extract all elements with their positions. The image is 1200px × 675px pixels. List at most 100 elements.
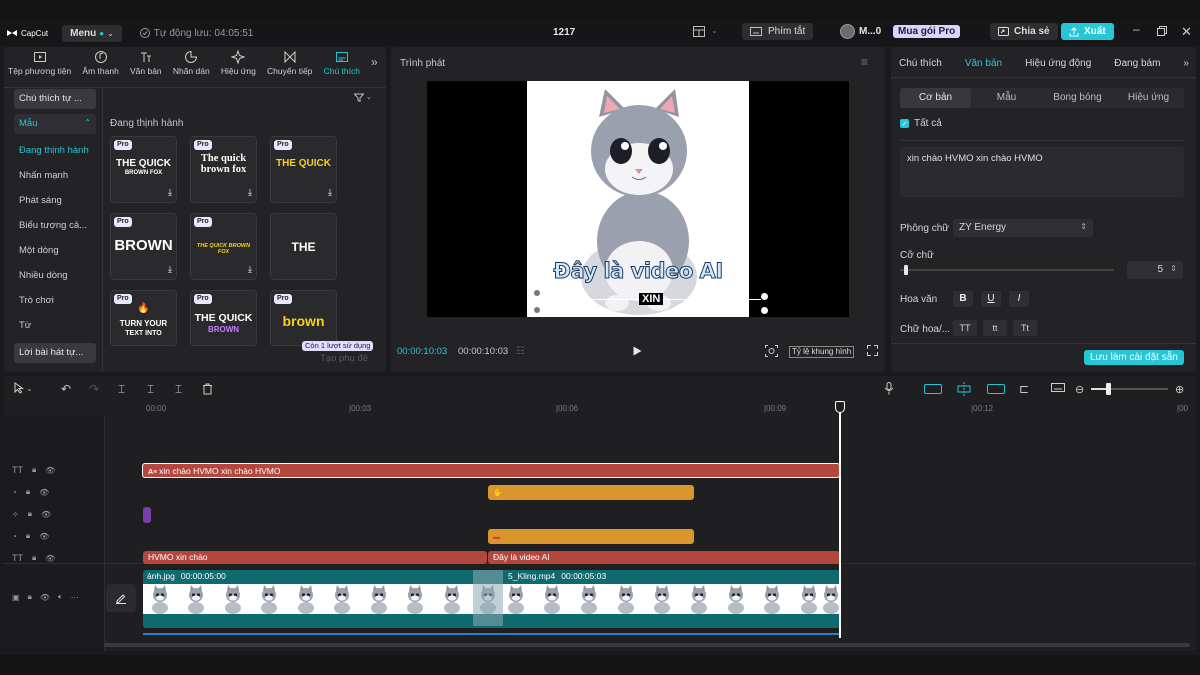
- download-icon[interactable]: ⤓: [168, 264, 172, 275]
- download-icon[interactable]: ⤓: [168, 187, 172, 198]
- template-tile[interactable]: Pro THE QUICK BROWN FOX ⤓: [110, 136, 177, 203]
- main-track-magnet-icon[interactable]: [924, 384, 942, 394]
- split-left-icon[interactable]: ⌶: [147, 382, 154, 397]
- export-button[interactable]: Xuất: [1061, 23, 1114, 40]
- undo-icon[interactable]: ↶: [61, 382, 71, 396]
- template-tile[interactable]: Pro THE QUICK ⤓: [270, 136, 337, 203]
- sidebar-item-word[interactable]: Từ: [13, 314, 99, 339]
- tab-text[interactable]: Văn bản: [965, 58, 1002, 69]
- tab-tracking[interactable]: Đang bám: [1114, 58, 1160, 69]
- menu-button[interactable]: Menu ● ⌄: [62, 24, 122, 42]
- link-clips-icon[interactable]: [987, 384, 1005, 394]
- italic-button[interactable]: I: [1009, 291, 1029, 307]
- size-slider-track[interactable]: [900, 269, 1114, 271]
- eye-icon[interactable]: 👁︎: [45, 466, 55, 475]
- speaker-icon[interactable]: 🔈︎: [58, 592, 63, 602]
- cover-edit-button[interactable]: [106, 584, 136, 612]
- eye-icon[interactable]: 👁︎: [41, 510, 51, 519]
- template-tile[interactable]: Pro brown: [270, 290, 337, 346]
- redo-icon[interactable]: ↷: [89, 382, 99, 396]
- sidebar-item-emphasis[interactable]: Nhấn mạnh: [13, 164, 99, 189]
- font-select[interactable]: ZY Energy ⇕: [953, 219, 1093, 237]
- select-all-checkbox[interactable]: ✓: [900, 119, 909, 128]
- zoom-out-icon[interactable]: ⊖: [1075, 383, 1084, 396]
- sidebar-item-emoji[interactable]: Biểu tượng cả...: [13, 214, 99, 239]
- tab-animation[interactable]: Hiệu ứng động: [1025, 58, 1091, 69]
- more-icon[interactable]: ⋯: [71, 593, 79, 602]
- save-preset-button[interactable]: Lưu làm cài đặt sẵn: [1084, 350, 1184, 365]
- sidebar-item-glow[interactable]: Phát sáng: [13, 189, 99, 214]
- preview-axis-icon[interactable]: ⊏: [1019, 382, 1029, 396]
- filter-button[interactable]: ⌄: [354, 93, 372, 102]
- subtab-basic[interactable]: Cơ bản: [900, 88, 971, 108]
- lock-icon[interactable]: 🔒︎: [26, 487, 30, 497]
- sticker-clip-2[interactable]: ▬: [488, 529, 694, 544]
- tabs-more-icon[interactable]: »: [1183, 58, 1189, 69]
- lock-icon[interactable]: 🔒︎: [28, 509, 32, 519]
- video-title-overlay[interactable]: Đây là video AI: [527, 259, 749, 284]
- lock-icon[interactable]: 🔒︎: [32, 465, 36, 475]
- project-name[interactable]: 1217: [553, 27, 575, 38]
- template-tile[interactable]: Pro 🔥 TURN YOUR TEXT INTO: [110, 290, 177, 346]
- tool-transition[interactable]: Chuyển tiếp: [267, 50, 312, 84]
- layout-button[interactable]: ⌄: [693, 26, 718, 37]
- download-icon[interactable]: ⤓: [248, 187, 252, 198]
- template-tile[interactable]: Pro The quick brown fox ⤓: [190, 136, 257, 203]
- microphone-button[interactable]: [884, 382, 894, 398]
- auto-caption-button[interactable]: Chú thích tự ...: [14, 89, 96, 109]
- tab-captions[interactable]: Chú thích: [899, 58, 942, 69]
- auto-lyrics-button[interactable]: Lời bài hát tự...: [14, 343, 96, 363]
- sidebar-item-multi-line[interactable]: Nhiều dòng: [13, 264, 99, 289]
- case-title-button[interactable]: Tt: [1013, 320, 1037, 336]
- tool-audio[interactable]: Âm thanh: [82, 50, 119, 84]
- timecode-grid-icon[interactable]: ☷: [516, 346, 525, 357]
- close-button[interactable]: ✕: [1181, 24, 1192, 40]
- lock-icon[interactable]: 🔒︎: [26, 531, 30, 541]
- resize-handle-icon[interactable]: [534, 290, 540, 296]
- caption-clip[interactable]: A≡ xin chào HVMO xin chào HVMO: [142, 463, 840, 478]
- aspect-ratio-button[interactable]: Tỷ lệ khung hình: [789, 346, 855, 358]
- template-tile[interactable]: THE: [270, 213, 337, 280]
- sidebar-item-single-line[interactable]: Một dòng: [13, 239, 99, 264]
- create-caption-button[interactable]: Tạo phụ đề: [320, 353, 368, 364]
- timeline-ruler[interactable]: [104, 400, 1196, 416]
- tool-effects[interactable]: Hiệu ứng: [221, 50, 256, 84]
- video-canvas[interactable]: Đây là video AI XIN: [427, 81, 849, 317]
- text-clip-a[interactable]: HVMO xin chào: [143, 551, 487, 564]
- tool-text[interactable]: Văn bản: [130, 50, 162, 84]
- zoom-slider-thumb[interactable]: [1106, 383, 1111, 395]
- template-tile[interactable]: Pro THE QUICK BROWN: [190, 290, 257, 346]
- restore-button[interactable]: [1157, 26, 1167, 39]
- template-tile[interactable]: Pro BROWN ⤓: [110, 213, 177, 280]
- zoom-in-icon[interactable]: ⊕: [1175, 383, 1184, 396]
- eye-icon[interactable]: 👁︎: [39, 532, 49, 541]
- subtab-bubble[interactable]: Bong bóng: [1042, 88, 1113, 108]
- timeline-scrollbar[interactable]: [104, 643, 1190, 647]
- user-account[interactable]: M...0: [840, 24, 881, 39]
- play-button[interactable]: [633, 346, 642, 359]
- resize-handle-icon[interactable]: [534, 307, 540, 313]
- share-button[interactable]: Chia sẻ: [990, 23, 1058, 40]
- toolbar-more-button[interactable]: »: [371, 55, 378, 69]
- sidebar-item-trending[interactable]: Đang thịnh hành: [13, 139, 99, 164]
- case-upper-button[interactable]: TT: [953, 320, 977, 336]
- subtab-template[interactable]: Mẫu: [971, 88, 1042, 108]
- download-icon[interactable]: ⤓: [248, 264, 252, 275]
- fullscreen-button[interactable]: [867, 345, 878, 359]
- buy-pro-button[interactable]: Mua gói Pro: [893, 25, 961, 38]
- tool-sticker[interactable]: Nhãn dán: [173, 50, 210, 84]
- select-tool[interactable]: ⌄: [14, 382, 33, 394]
- case-lower-button[interactable]: tt: [983, 320, 1007, 336]
- fit-view-button[interactable]: [765, 345, 778, 360]
- player-menu-icon[interactable]: ≡: [861, 55, 868, 69]
- sidebar-item-game[interactable]: Trò chơi: [13, 289, 99, 314]
- split-icon[interactable]: ⌶: [118, 382, 125, 397]
- sticker-clip-1[interactable]: ✋: [488, 485, 694, 500]
- template-tile[interactable]: Pro THE QUICK BROWN FOX ⤓: [190, 213, 257, 280]
- eye-icon[interactable]: 👁︎: [40, 593, 50, 602]
- eye-icon[interactable]: 👁︎: [39, 488, 49, 497]
- download-icon[interactable]: ⤓: [328, 187, 332, 198]
- minimize-button[interactable]: –: [1133, 22, 1140, 36]
- delete-button[interactable]: [202, 383, 213, 398]
- size-input[interactable]: 5 ⇕: [1127, 261, 1183, 279]
